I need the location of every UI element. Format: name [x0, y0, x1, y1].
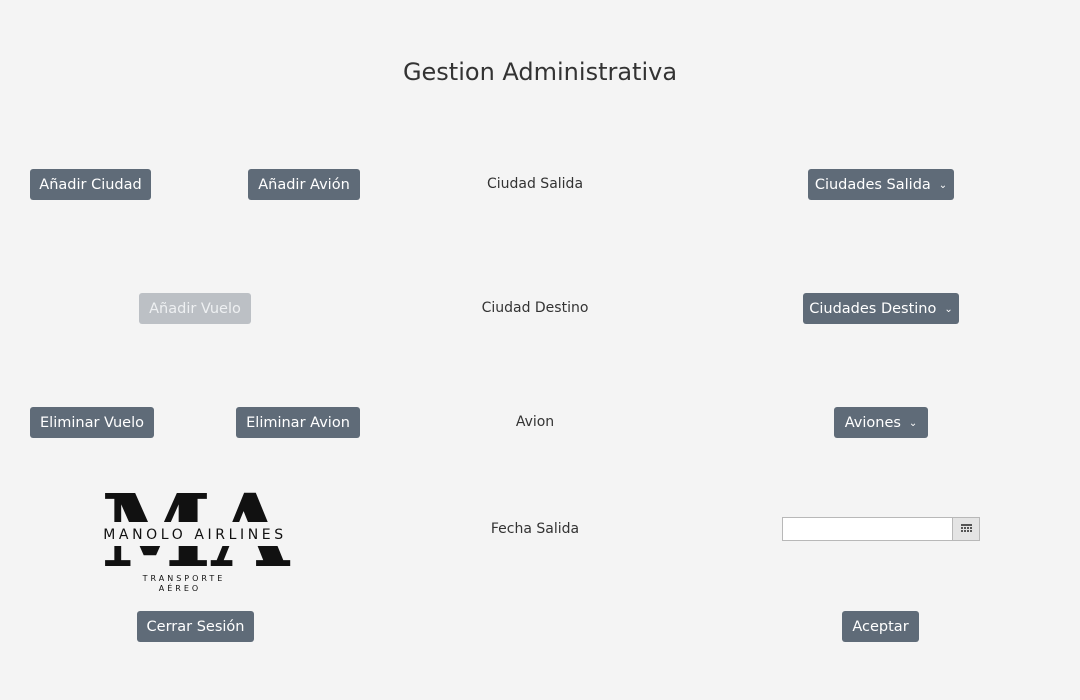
manolo-airlines-logo: MA MANOLO AIRLINES TRANSPORTE AÉREO	[68, 486, 322, 593]
destination-city-label: Ciudad Destino	[481, 300, 589, 316]
delete-plane-button[interactable]: Eliminar Avion	[236, 407, 360, 438]
departure-date-picker[interactable]	[782, 517, 980, 541]
departure-city-dropdown-value: Ciudades Salida	[814, 176, 931, 193]
plane-label: Avion	[515, 414, 555, 430]
calendar-icon	[960, 524, 972, 532]
departure-city-dropdown[interactable]: Ciudades Salida ⌄	[808, 169, 954, 200]
calendar-button[interactable]	[952, 518, 979, 540]
departure-date-label: Fecha Salida	[490, 521, 580, 537]
logo-tagline-2: AÉREO	[159, 582, 201, 593]
add-flight-button[interactable]: Añadir Vuelo	[139, 293, 251, 324]
chevron-down-icon: ⌄	[938, 180, 948, 191]
plane-dropdown-value: Aviones	[844, 414, 901, 431]
logout-button[interactable]: Cerrar Sesión	[137, 611, 254, 642]
destination-city-dropdown-value: Ciudades Destino	[809, 300, 937, 317]
page-title: Gestion Administrativa	[402, 58, 678, 86]
add-plane-button[interactable]: Añadir Avión	[248, 169, 360, 200]
logo-tagline-1: TRANSPORTE	[142, 574, 226, 583]
departure-date-input[interactable]	[783, 518, 952, 540]
add-city-button[interactable]: Añadir Ciudad	[30, 169, 151, 200]
accept-button[interactable]: Aceptar	[842, 611, 919, 642]
destination-city-dropdown[interactable]: Ciudades Destino ⌄	[803, 293, 959, 324]
departure-city-label: Ciudad Salida	[486, 176, 584, 192]
chevron-down-icon: ⌄	[908, 418, 918, 429]
chevron-down-icon: ⌄	[944, 304, 953, 315]
delete-flight-button[interactable]: Eliminar Vuelo	[30, 407, 154, 438]
logo-name: MANOLO AIRLINES	[103, 527, 287, 543]
plane-dropdown[interactable]: Aviones ⌄	[834, 407, 928, 438]
